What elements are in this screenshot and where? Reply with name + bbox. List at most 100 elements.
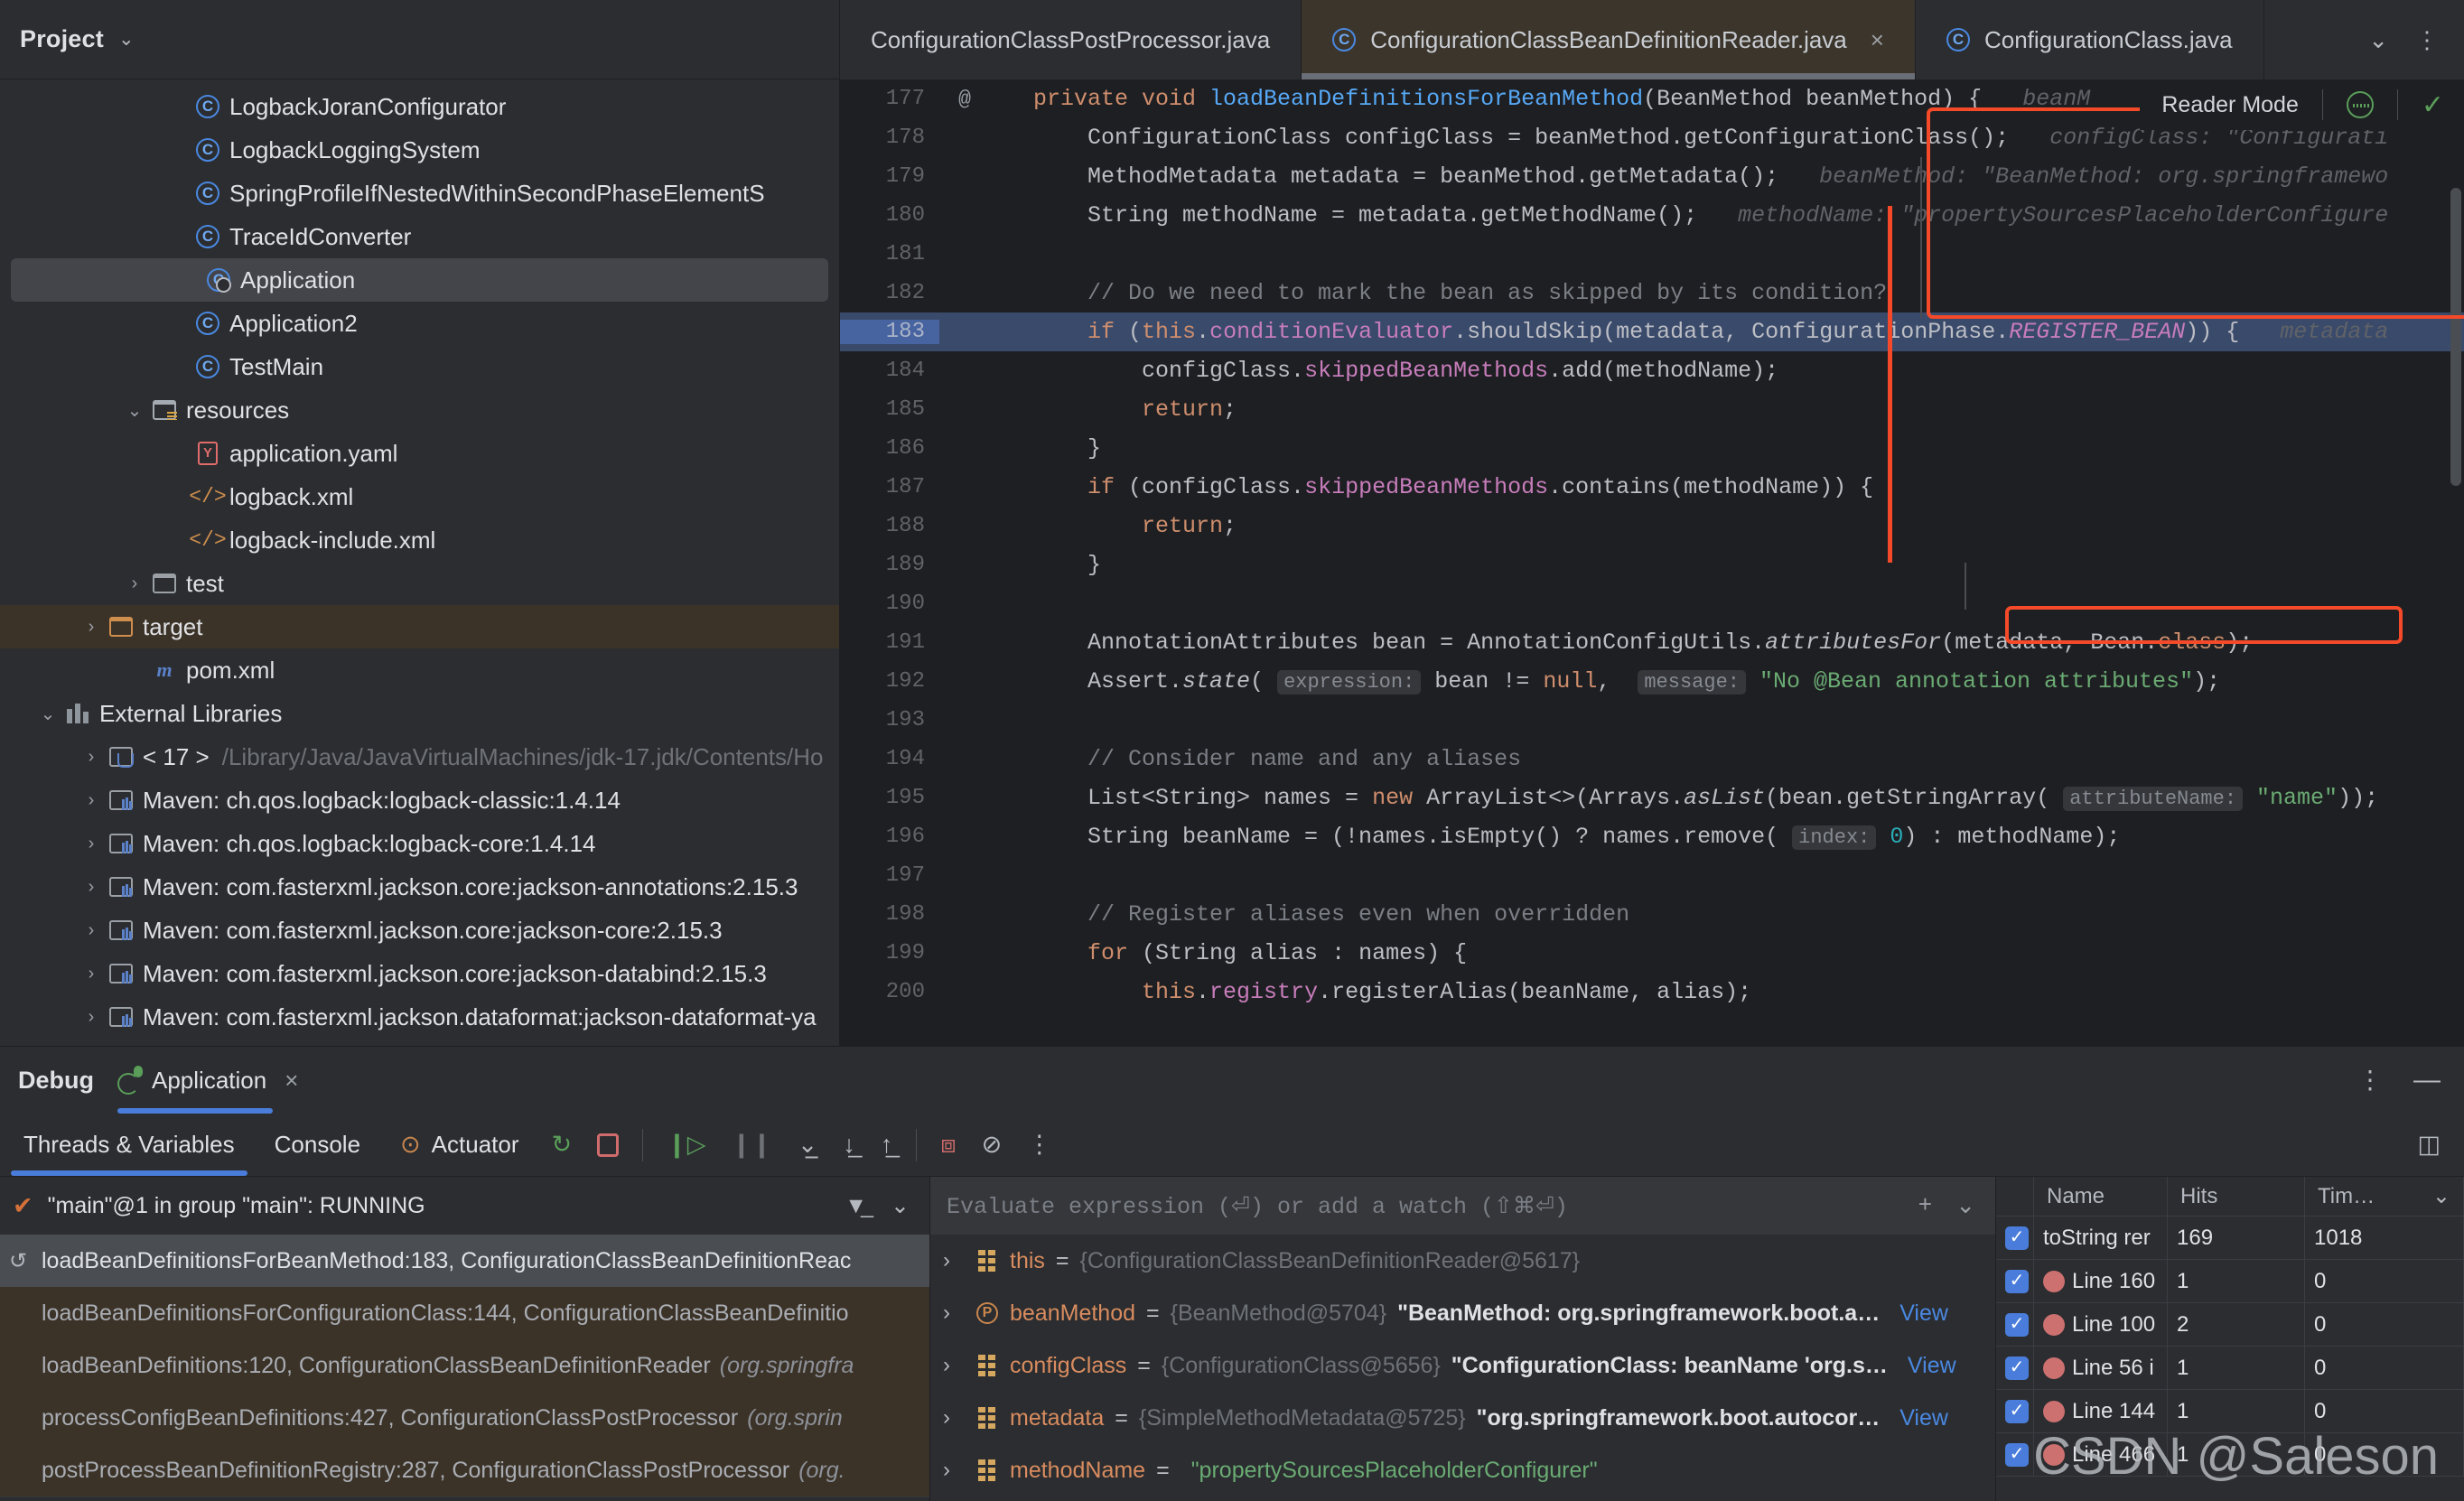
breakpoint-row[interactable]: ✓ Line 160 1 0 bbox=[1996, 1260, 2464, 1303]
line-number[interactable]: 195 bbox=[840, 786, 939, 810]
checkbox[interactable]: ✓ bbox=[2005, 1356, 2029, 1380]
breakpoint-checkbox-cell[interactable]: ✓ bbox=[1996, 1303, 2034, 1346]
tree-expand-arrow[interactable]: › bbox=[79, 920, 103, 941]
checkbox[interactable]: ✓ bbox=[2005, 1226, 2029, 1250]
breakpoint-row[interactable]: ✓ Line 100 2 0 bbox=[1996, 1303, 2464, 1347]
resume-icon[interactable]: ❙▷ bbox=[654, 1131, 718, 1159]
code-line[interactable]: 182 // Do we need to mark the bean as sk… bbox=[840, 274, 2464, 312]
mute-breakpoints-icon[interactable]: ⧈ bbox=[928, 1131, 968, 1160]
chevron-down-icon[interactable]: ⌄ bbox=[1955, 1192, 1975, 1220]
tree-node[interactable]: › target bbox=[0, 605, 839, 648]
variable-row[interactable]: › PbeanMethod = {BeanMethod@5704} "BeanMetho… bbox=[930, 1287, 1995, 1339]
step-out-icon[interactable]: ↑̲ bbox=[868, 1131, 906, 1159]
line-number[interactable]: 182 bbox=[840, 281, 939, 305]
stop-icon[interactable] bbox=[584, 1133, 631, 1157]
line-number[interactable]: 180 bbox=[840, 203, 939, 228]
tree-node[interactable]: ›CApplication bbox=[11, 258, 828, 302]
line-number[interactable]: 186 bbox=[840, 436, 939, 461]
col-hits[interactable]: Hits bbox=[2168, 1177, 2305, 1216]
line-number[interactable]: 179 bbox=[840, 164, 939, 189]
code-line[interactable]: 197 bbox=[840, 856, 2464, 895]
line-number[interactable]: 192 bbox=[840, 669, 939, 694]
line-number[interactable]: 198 bbox=[840, 902, 939, 927]
editor-tab[interactable]: C ConfigurationClass.java bbox=[1915, 0, 2264, 79]
code-line[interactable]: 195 List<String> names = new ArrayList<>… bbox=[840, 778, 2464, 817]
tree-expand-arrow[interactable]: ⌄ bbox=[36, 703, 60, 725]
breakpoint-checkbox-cell[interactable]: ✓ bbox=[1996, 1390, 2034, 1432]
view-breakpoints-icon[interactable]: ⊘ bbox=[969, 1131, 1015, 1159]
expand-arrow-icon[interactable]: › bbox=[943, 1301, 965, 1326]
gutter-marker[interactable]: @ bbox=[939, 88, 990, 111]
code-line[interactable]: 183 if (this.conditionEvaluator.shouldSk… bbox=[840, 312, 2464, 351]
tree-node[interactable]: ›CSpringProfileIfNestedWithinSecondPhase… bbox=[0, 172, 839, 215]
chevron-down-icon[interactable]: ⌄ bbox=[2432, 1183, 2463, 1209]
tree-node[interactable]: ›CLogbackLoggingSystem bbox=[0, 128, 839, 172]
code-line[interactable]: 180 String methodName = metadata.getMeth… bbox=[840, 196, 2464, 235]
frames-list[interactable]: ↺ loadBeanDefinitionsForBeanMethod:183, C… bbox=[0, 1235, 929, 1496]
line-number[interactable]: 193 bbox=[840, 708, 939, 732]
code-line[interactable]: 194 // Consider name and any aliases bbox=[840, 740, 2464, 778]
tree-node[interactable]: › Maven: com.fasterxml.jackson.core:jacks… bbox=[0, 952, 839, 995]
more-vertical-icon[interactable]: ⋮ bbox=[2357, 1067, 2383, 1093]
code-line[interactable]: 191 AnnotationAttributes bean = Annotati… bbox=[840, 623, 2464, 662]
code-line[interactable]: 193 bbox=[840, 701, 2464, 740]
debug-session-tab[interactable]: Application × bbox=[117, 1047, 298, 1114]
tree-node[interactable]: ›</>logback.xml bbox=[0, 475, 839, 518]
variable-row[interactable]: › this = {ConfigurationClassBeanDefinitionR… bbox=[930, 1235, 1995, 1287]
tree-node[interactable]: ›mpom.xml bbox=[0, 648, 839, 692]
tree-node[interactable]: ›CLogbackJoranConfigurator bbox=[0, 85, 839, 128]
rerun-debug-icon[interactable]: ↻ bbox=[539, 1131, 585, 1159]
code-line[interactable]: 179 MethodMetadata metadata = beanMethod… bbox=[840, 157, 2464, 196]
line-number[interactable]: 187 bbox=[840, 475, 939, 499]
line-number[interactable]: 196 bbox=[840, 825, 939, 849]
checkbox[interactable]: ✓ bbox=[2005, 1312, 2029, 1337]
expand-arrow-icon[interactable]: › bbox=[943, 1248, 965, 1273]
variable-row[interactable]: › methodName = "propertySourcesPlaceholderC… bbox=[930, 1444, 1995, 1496]
view-link[interactable]: View bbox=[1908, 1353, 1956, 1379]
evaluate-expression-bar[interactable]: Evaluate expression (⏎) or add a watch (… bbox=[930, 1177, 1995, 1235]
tree-expand-arrow[interactable]: › bbox=[79, 747, 103, 768]
checkbox[interactable]: ✓ bbox=[2005, 1442, 2029, 1467]
line-number[interactable]: 181 bbox=[840, 242, 939, 266]
line-number[interactable]: 189 bbox=[840, 553, 939, 577]
tree-node[interactable]: ⌄ resources bbox=[0, 388, 839, 432]
tab-threads-variables[interactable]: Threads & Variables bbox=[4, 1114, 255, 1176]
inspections-icon[interactable] bbox=[2346, 91, 2374, 118]
variables-list[interactable]: › this = {ConfigurationClassBeanDefinitionR… bbox=[930, 1235, 1995, 1501]
stack-frame-row[interactable]: processConfigBeanDefinitions:427, Config… bbox=[0, 1392, 929, 1444]
tree-node[interactable]: ›Yapplication.yaml bbox=[0, 432, 839, 475]
stack-frame-row[interactable]: postProcessBeanDefinitionRegistry:287, C… bbox=[0, 1444, 929, 1496]
chevron-down-icon[interactable]: ⌄ bbox=[118, 28, 135, 51]
checkbox[interactable]: ✓ bbox=[2005, 1399, 2029, 1423]
breakpoint-row[interactable]: ✓ Line 144 1 0 bbox=[1996, 1390, 2464, 1433]
line-number[interactable]: 194 bbox=[840, 747, 939, 771]
tree-node[interactable]: ›CApplication2 bbox=[0, 302, 839, 345]
breakpoint-row[interactable]: ✓ toString rer 169 1018 bbox=[1996, 1217, 2464, 1260]
tree-node[interactable]: › Maven: com.fasterxml.jackson.core:jacks… bbox=[0, 865, 839, 909]
breakpoint-checkbox-cell[interactable]: ✓ bbox=[1996, 1217, 2034, 1259]
code-line[interactable]: 184 configClass.skippedBeanMethods.add(m… bbox=[840, 351, 2464, 390]
tree-node[interactable]: ⌄ External Libraries bbox=[0, 692, 839, 735]
filter-icon[interactable]: ▼̲ bbox=[845, 1193, 867, 1219]
editor-scrollbar[interactable] bbox=[2450, 188, 2461, 486]
tab-actuator[interactable]: ⊙ Actuator bbox=[380, 1114, 538, 1176]
code-line[interactable]: 196 String beanName = (!names.isEmpty() … bbox=[840, 817, 2464, 856]
tree-expand-arrow[interactable]: › bbox=[79, 617, 103, 638]
line-number[interactable]: 200 bbox=[840, 980, 939, 1004]
checkbox[interactable]: ✓ bbox=[2005, 1269, 2029, 1293]
step-into-icon[interactable]: ↓̲ bbox=[830, 1131, 868, 1159]
tree-expand-arrow[interactable]: › bbox=[79, 834, 103, 854]
chevron-down-icon[interactable]: ⌄ bbox=[2368, 26, 2388, 54]
line-number[interactable]: 178 bbox=[840, 126, 939, 150]
line-number[interactable]: 191 bbox=[840, 630, 939, 655]
tree-expand-arrow[interactable]: › bbox=[79, 1007, 103, 1028]
expand-arrow-icon[interactable]: › bbox=[943, 1458, 965, 1483]
variable-row[interactable]: ›∞this.conditionEvaluator={ConditionEval… bbox=[930, 1496, 1995, 1501]
tree-expand-arrow[interactable]: ⌄ bbox=[123, 399, 146, 422]
tree-node[interactable]: › test bbox=[0, 562, 839, 605]
tree-expand-arrow[interactable]: › bbox=[79, 964, 103, 984]
tree-expand-arrow[interactable]: › bbox=[79, 790, 103, 811]
debug-toolbar[interactable]: Threads & Variables Console ⊙ Actuator ↻… bbox=[0, 1114, 2464, 1177]
minimize-icon[interactable]: — bbox=[2413, 1065, 2441, 1095]
view-link[interactable]: View bbox=[1899, 1301, 1948, 1327]
